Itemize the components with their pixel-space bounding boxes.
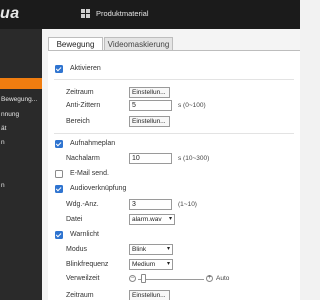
aufnahmeplan-label: Aufnahmeplan — [70, 140, 116, 147]
bereich-label: Bereich — [66, 118, 90, 125]
verweilzeit-label: Verweilzeit — [66, 275, 100, 282]
audio-checkbox[interactable] — [55, 185, 63, 193]
blinkfrequenz-select[interactable]: Medium ▾ — [129, 259, 173, 270]
settings-panel: Aktivieren Zeitraum Einstellun... Anti-Z… — [48, 50, 300, 300]
grid-icon[interactable] — [81, 9, 90, 18]
sidebar-item-n2[interactable]: n — [0, 180, 42, 191]
audio-label: Audioverknüpfung — [70, 185, 127, 192]
sidebar-item-bewegung[interactable]: Bewegung... — [0, 94, 42, 105]
warnlicht-label: Warnlicht — [70, 231, 99, 238]
datei-label: Datei — [66, 216, 83, 223]
zeitraum-settings-button[interactable]: Einstellun... — [129, 290, 170, 300]
modus-label: Modus — [66, 246, 88, 253]
divider — [54, 133, 294, 134]
datei-value: alarm.wav — [132, 216, 162, 223]
sidebar-item-at[interactable]: ät — [0, 123, 42, 134]
top-bar: ua Produktmaterial — [0, 0, 300, 29]
tab-bewegung[interactable]: Bewegung — [48, 37, 103, 51]
decrease-button[interactable]: − — [129, 275, 136, 282]
sidebar-item-active[interactable] — [0, 78, 42, 89]
main-content: Bewegung Videomaskierung Aktivieren Zeit… — [42, 29, 300, 300]
chevron-down-icon: ▾ — [168, 216, 172, 222]
increase-button[interactable]: + — [206, 275, 213, 282]
aufnahmeplan-checkbox[interactable] — [55, 140, 63, 148]
nachalarm-input[interactable]: 10 — [129, 153, 172, 164]
email-label: E-Mail send. — [70, 170, 109, 177]
chevron-down-icon: ▾ — [166, 246, 170, 252]
anti-zittern-input[interactable]: 5 — [129, 100, 172, 111]
divider — [54, 79, 294, 80]
datei-select[interactable]: alarm.wav ▾ — [129, 214, 175, 225]
anti-zittern-range: s (0~100) — [178, 102, 206, 109]
wdg-anz-input[interactable]: 3 — [129, 199, 172, 210]
aktivieren-label: Aktivieren — [70, 65, 101, 72]
zeitraum-label: Zeitraum — [66, 89, 94, 96]
anti-zittern-label: Anti-Zittern — [66, 102, 101, 109]
verweilzeit-slider-handle[interactable] — [141, 274, 147, 283]
auto-label: Auto — [216, 275, 230, 282]
blinkfrequenz-value: Medium — [132, 261, 156, 268]
nachalarm-range: s (10~300) — [178, 155, 210, 162]
zeitraum-settings-button[interactable]: Einstellun... — [129, 87, 170, 98]
zeitraum-label: Zeitraum — [66, 292, 94, 299]
email-checkbox[interactable] — [55, 170, 63, 178]
bereich-settings-button[interactable]: Einstellun... — [129, 116, 170, 127]
sidebar-item-nnung[interactable]: nnung — [0, 109, 42, 120]
product-material-link[interactable]: Produktmaterial — [96, 9, 149, 18]
blinkfrequenz-label: Blinkfrequenz — [66, 261, 109, 268]
aktivieren-checkbox[interactable] — [55, 65, 63, 73]
brand-logo: ua — [0, 5, 20, 22]
sidebar-item-n1[interactable]: n — [0, 137, 42, 148]
modus-value: Blink — [132, 246, 147, 253]
sidebar: Bewegung... nnung ät n n — [0, 29, 42, 300]
modus-select[interactable]: Blink ▾ — [129, 244, 173, 255]
tab-videomaskierung[interactable]: Videomaskierung — [104, 37, 173, 51]
wdg-anz-label: Wdg.-Anz. — [66, 201, 99, 208]
nachalarm-label: Nachalarm — [66, 155, 100, 162]
warnlicht-checkbox[interactable] — [55, 231, 63, 239]
verweilzeit-slider-track[interactable] — [138, 279, 204, 280]
wdg-anz-range: (1~10) — [178, 201, 197, 208]
chevron-down-icon: ▾ — [166, 261, 170, 267]
